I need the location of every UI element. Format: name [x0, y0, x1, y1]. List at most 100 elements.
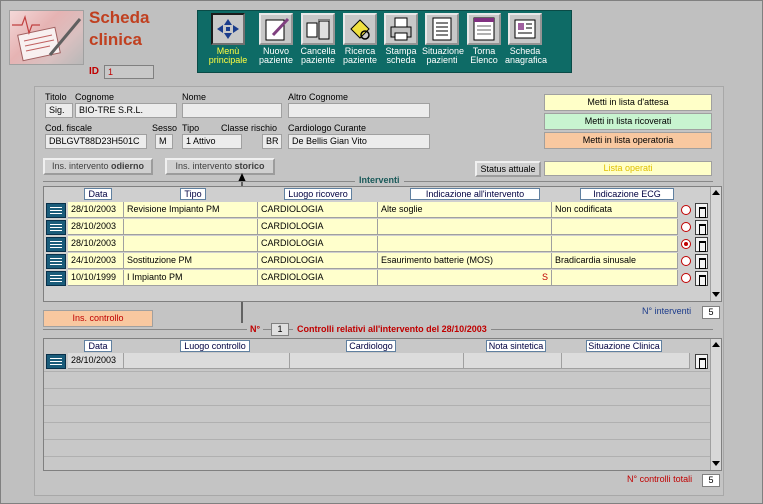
col-luogo-controllo: Luogo controllo — [180, 340, 250, 352]
empty-row-line — [44, 439, 710, 440]
cod-fiscale-field[interactable]: DBLGVT88D23H501C — [45, 134, 147, 149]
cell-data: 28/10/2003 — [68, 353, 124, 369]
empty-row-line — [44, 388, 710, 389]
altro-cognome-field[interactable] — [288, 103, 430, 118]
empty-row-line — [44, 422, 710, 423]
cell-data: 28/10/2003 — [68, 202, 124, 218]
cognome-field[interactable]: BIO-TRE S.R.L. — [75, 103, 177, 118]
controlli-count: 5 — [702, 474, 720, 487]
trash-icon[interactable] — [695, 203, 708, 218]
trash-icon[interactable] — [695, 354, 708, 369]
col-tipo: Tipo — [180, 188, 206, 200]
cell-luogo: CARDIOLOGIA — [258, 219, 378, 235]
table-row[interactable]: 28/10/2003 CARDIOLOGIA — [44, 219, 710, 236]
cell-luogo: CARDIOLOGIA — [258, 236, 378, 252]
table-row[interactable]: 28/10/2003 Revisione Impianto PM CARDIOL… — [44, 202, 710, 219]
trash-icon[interactable] — [695, 271, 708, 286]
registry-card-button[interactable]: Scheda anagrafica — [505, 13, 547, 71]
cell-data: 10/10/1999 — [68, 270, 124, 286]
sesso-label: Sesso — [152, 123, 178, 133]
cell-luogo: CARDIOLOGIA — [258, 270, 378, 286]
titolo-field[interactable]: Sig. — [45, 103, 73, 118]
open-intervention-button[interactable] — [46, 271, 66, 286]
altro-cognome-label: Altro Cognome — [288, 92, 349, 102]
select-radio[interactable] — [681, 222, 691, 232]
open-intervention-button[interactable] — [46, 254, 66, 269]
delete-patient-button[interactable]: Cancella paziente — [298, 13, 338, 71]
scroll-down-icon[interactable] — [712, 292, 720, 297]
open-intervention-button[interactable] — [46, 220, 66, 235]
scroll-down-icon[interactable] — [712, 461, 720, 466]
printer-icon — [384, 13, 418, 45]
classe-rischio-field[interactable]: BR — [262, 134, 282, 149]
insert-historical-bold: storico — [234, 161, 265, 171]
cell-luogo: CARDIOLOGIA — [258, 202, 378, 218]
insert-today-intervention-button[interactable]: Ins. intervento odierno — [43, 158, 153, 175]
hospitalized-list-button[interactable]: Metti in lista ricoverati — [544, 113, 712, 130]
cell-data: 28/10/2003 — [68, 236, 124, 252]
cell-luogo: CARDIOLOGIA — [258, 253, 378, 269]
new-patient-button[interactable]: Nuovo paziente — [256, 13, 296, 71]
cell-indicazione: S — [378, 270, 552, 286]
clinical-record-logo — [9, 10, 84, 65]
open-control-button[interactable] — [46, 354, 66, 369]
col-nota: Nota sintetica — [486, 340, 546, 352]
select-radio-selected[interactable] — [681, 239, 691, 249]
back-to-list-button[interactable]: Torna Elenco — [464, 13, 504, 71]
cell-ecg — [552, 236, 678, 252]
table-row[interactable]: 28/10/2003 CARDIOLOGIA — [44, 236, 710, 253]
main-menu-label: Menù principale — [208, 46, 248, 65]
cell-indicazione — [378, 219, 552, 235]
empty-row-line — [44, 405, 710, 406]
main-menu-button[interactable]: Menù principale — [208, 13, 248, 71]
cell-luogo — [124, 353, 290, 369]
trash-icon[interactable] — [695, 254, 708, 269]
search-patient-label: Ricerca paziente — [342, 46, 378, 65]
sesso-field[interactable]: M — [155, 134, 173, 149]
cell-tipo — [124, 219, 258, 235]
select-radio[interactable] — [681, 205, 691, 215]
search-patient-button[interactable]: Ricerca paziente — [340, 13, 380, 71]
scroll-up-icon[interactable] — [712, 342, 720, 347]
surgery-list-button[interactable]: Metti in lista operatoria — [544, 132, 712, 149]
new-patient-icon — [259, 13, 293, 45]
classe-rischio-label: Classe rischio — [221, 123, 278, 133]
back-to-list-label: Torna Elenco — [470, 46, 498, 65]
cardiologo-field[interactable]: De Bellis Gian Vito — [288, 134, 430, 149]
nome-field[interactable] — [182, 103, 282, 118]
cell-indicazione — [378, 236, 552, 252]
interventi-scrollbar[interactable] — [710, 187, 721, 301]
cognome-label: Cognome — [75, 92, 115, 102]
table-row[interactable]: 24/10/2003 Sostituzione PM CARDIOLOGIA E… — [44, 253, 710, 270]
table-row[interactable]: 28/10/2003 — [44, 353, 710, 370]
patient-status-label: Situazione pazienti — [422, 46, 465, 65]
titolo-label: Titolo — [45, 92, 67, 102]
cell-indicazione: Esaurimento batterie (MOS) — [378, 253, 552, 269]
col-ecg: Indicazione ECG — [580, 188, 674, 200]
scroll-up-icon[interactable] — [712, 190, 720, 195]
open-intervention-button[interactable] — [46, 203, 66, 218]
interventi-count-label: N° interventi — [642, 306, 692, 316]
select-radio[interactable] — [681, 273, 691, 283]
open-intervention-button[interactable] — [46, 237, 66, 252]
table-row[interactable]: 10/10/1999 I Impianto PM CARDIOLOGIA S — [44, 270, 710, 287]
trash-icon[interactable] — [695, 220, 708, 235]
print-record-button[interactable]: Stampa scheda — [381, 13, 421, 71]
delete-patient-label: Cancella paziente — [300, 46, 336, 65]
col-data: Data — [84, 340, 112, 352]
cell-situazione — [562, 353, 690, 369]
waiting-list-button[interactable]: Metti in lista d'attesa — [544, 94, 712, 111]
patient-status-button[interactable]: Situazione pazienti — [422, 13, 465, 71]
controlli-table: Data Luogo controllo Cardiologo Nota sin… — [43, 338, 722, 471]
tipo-field[interactable]: 1 Attivo — [182, 134, 242, 149]
trash-icon[interactable] — [695, 237, 708, 252]
controlli-n-value: 1 — [271, 323, 289, 336]
select-radio[interactable] — [681, 256, 691, 266]
insert-control-button[interactable]: Ins. controllo — [43, 310, 153, 327]
menu-grid-icon — [211, 13, 245, 45]
controlli-count-label: N° controlli totali — [627, 474, 693, 484]
controlli-scrollbar[interactable] — [710, 339, 721, 470]
delete-patient-icon — [301, 13, 335, 45]
interventi-count: 5 — [702, 306, 720, 319]
insert-historical-intervention-button[interactable]: Ins. intervento storico — [165, 158, 275, 175]
